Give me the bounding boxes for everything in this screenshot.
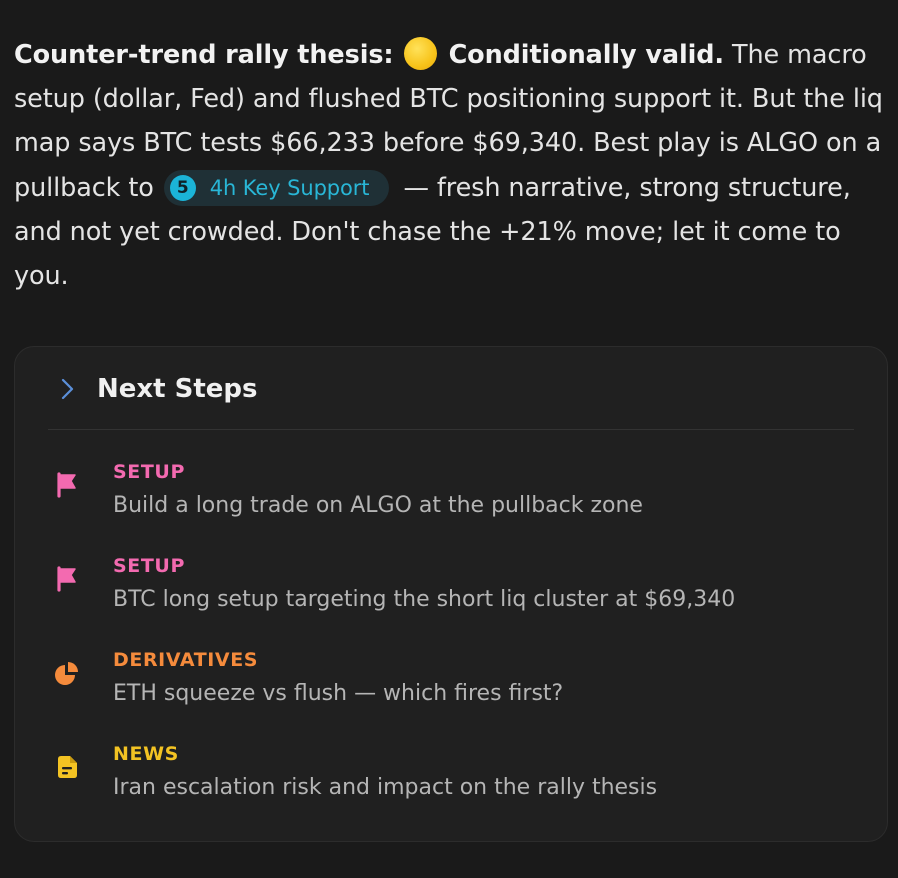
divider bbox=[48, 429, 854, 430]
step-text: BTC long setup targeting the short liq c… bbox=[113, 587, 736, 612]
step-category: SETUP bbox=[113, 461, 185, 483]
pie-chart-icon bbox=[55, 662, 78, 685]
thesis-lead: Counter-trend rally thesis: bbox=[14, 40, 394, 70]
thesis-verdict: Conditionally valid. bbox=[448, 40, 725, 70]
next-step-item[interactable]: SETUP Build a long trade on ALGO at the … bbox=[15, 459, 887, 539]
assistant-message: Counter-trend rally thesis: Conditionall… bbox=[14, 33, 890, 298]
flag-icon bbox=[57, 472, 76, 498]
chip-number: 5 bbox=[169, 174, 196, 201]
chevron-right-icon bbox=[61, 378, 74, 400]
next-steps-card: Next Steps SETUP Build a long trade on A… bbox=[14, 346, 888, 842]
next-step-item[interactable]: SETUP BTC long setup targeting the short… bbox=[15, 553, 887, 633]
step-text: ETH squeeze vs flush — which fires first… bbox=[113, 681, 564, 706]
next-steps-header[interactable]: Next Steps bbox=[15, 347, 887, 431]
step-category: SETUP bbox=[113, 555, 185, 577]
key-support-chip[interactable]: 5 4h Key Support bbox=[163, 169, 390, 206]
chip-label: 4h Key Support bbox=[209, 175, 370, 200]
step-text: Iran escalation risk and impact on the r… bbox=[113, 775, 658, 800]
next-steps-title: Next Steps bbox=[97, 374, 258, 404]
next-step-item[interactable]: DERIVATIVES ETH squeeze vs flush — which… bbox=[15, 647, 887, 727]
step-category: NEWS bbox=[113, 743, 179, 765]
yellow-circle-icon bbox=[403, 37, 437, 70]
flag-icon bbox=[57, 566, 76, 592]
step-text: Build a long trade on ALGO at the pullba… bbox=[113, 493, 643, 518]
step-category: DERIVATIVES bbox=[113, 649, 259, 671]
next-step-item[interactable]: NEWS Iran escalation risk and impact on … bbox=[15, 741, 887, 821]
news-document-icon bbox=[58, 756, 77, 778]
